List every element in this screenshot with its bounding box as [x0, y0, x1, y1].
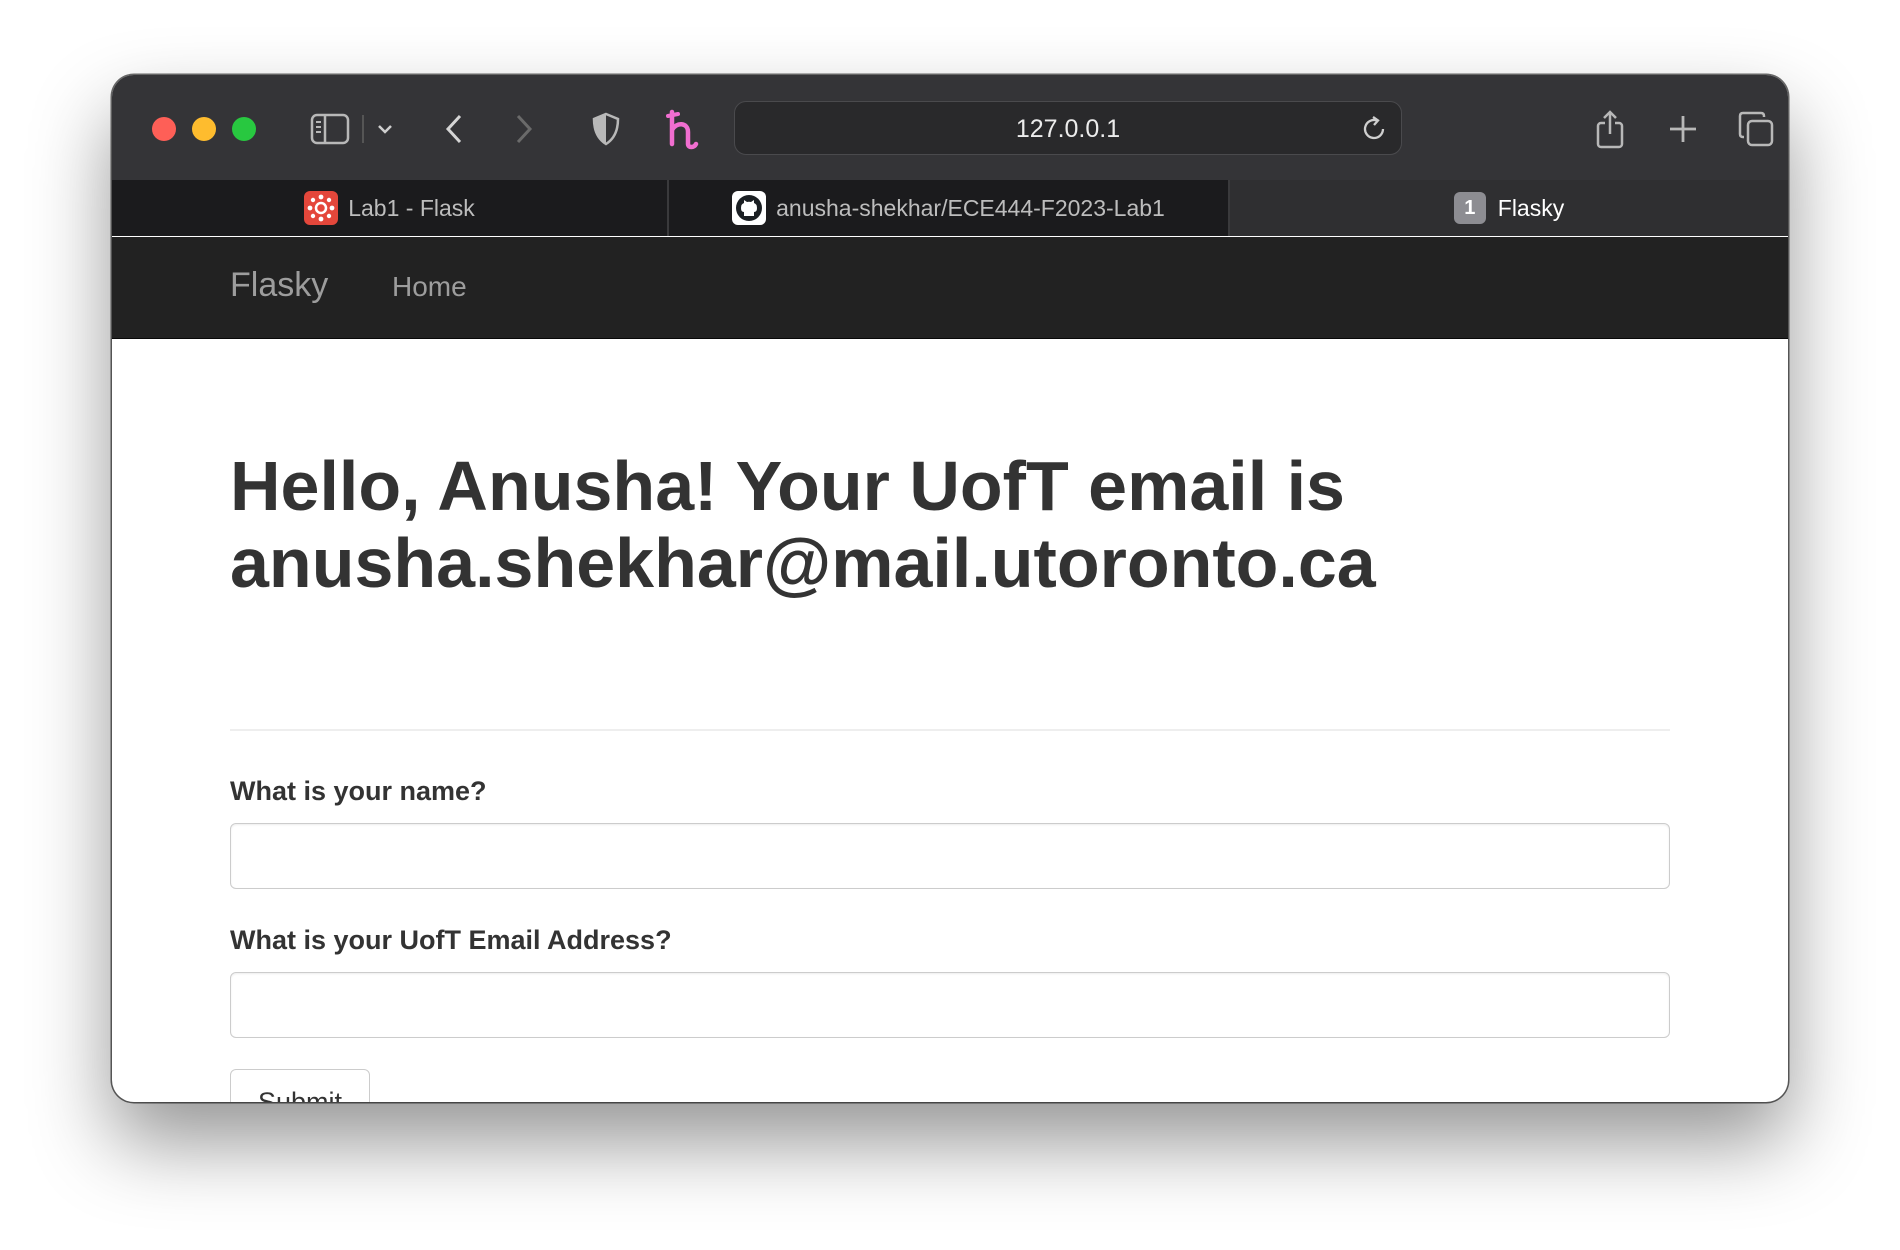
- tab-label: Flasky: [1497, 194, 1565, 221]
- new-tab-plus-icon[interactable]: [1659, 105, 1707, 153]
- browser-toolbar: 127.0.0.1: [112, 75, 1788, 180]
- minimize-window-button[interactable]: [192, 117, 216, 141]
- canvas-icon: [304, 191, 339, 225]
- tab-overview-icon[interactable]: [1732, 105, 1780, 153]
- browser-window: 127.0.0.1 Lab1 - Flask anusha-shekhar/EC: [112, 75, 1788, 1102]
- reload-icon[interactable]: [1359, 114, 1389, 144]
- chevron-down-icon[interactable]: [370, 105, 400, 153]
- nav-link-home[interactable]: Home: [392, 271, 467, 303]
- share-icon[interactable]: [1586, 105, 1634, 153]
- site-navbar: Flasky Home: [112, 237, 1788, 339]
- tab-count-badge: 1: [1453, 192, 1486, 224]
- back-arrow-icon[interactable]: [430, 105, 478, 153]
- tab-flasky[interactable]: 1 Flasky: [1230, 180, 1788, 236]
- tab-bar: Lab1 - Flask anusha-shekhar/ECE444-F2023…: [112, 180, 1788, 236]
- sidebar-toggle-icon[interactable]: [306, 105, 354, 153]
- tab-lab1-flask[interactable]: Lab1 - Flask: [112, 180, 669, 236]
- tab-label: anusha-shekhar/ECE444-F2023-Lab1: [776, 194, 1165, 221]
- name-input[interactable]: [230, 823, 1670, 889]
- toolbar-divider: [362, 115, 364, 143]
- tab-github-repo[interactable]: anusha-shekhar/ECE444-F2023-Lab1: [669, 180, 1230, 236]
- honey-icon[interactable]: [658, 105, 706, 153]
- tab-label: Lab1 - Flask: [348, 194, 475, 221]
- page-header-divider: [230, 729, 1670, 731]
- greeting-line-2: anusha.shekhar@mail.utoronto.ca: [230, 524, 1376, 602]
- close-window-button[interactable]: [152, 117, 176, 141]
- email-field-label: What is your UofT Email Address?: [230, 925, 672, 955]
- forward-arrow-icon[interactable]: [500, 105, 548, 153]
- submit-button[interactable]: Submit: [230, 1069, 370, 1102]
- name-field-label: What is your name?: [230, 776, 487, 806]
- github-icon: [732, 191, 767, 225]
- address-bar[interactable]: 127.0.0.1: [734, 101, 1402, 155]
- greeting-heading: Hello, Anusha! Your UofT email is anusha…: [230, 448, 1670, 602]
- navbar-brand[interactable]: Flasky: [230, 266, 328, 305]
- email-input[interactable]: [230, 972, 1670, 1038]
- greeting-line-1: Hello, Anusha! Your UofT email is: [230, 447, 1345, 525]
- url-text: 127.0.0.1: [1015, 115, 1121, 143]
- privacy-shield-icon[interactable]: [582, 105, 630, 153]
- zoom-window-button[interactable]: [232, 117, 256, 141]
